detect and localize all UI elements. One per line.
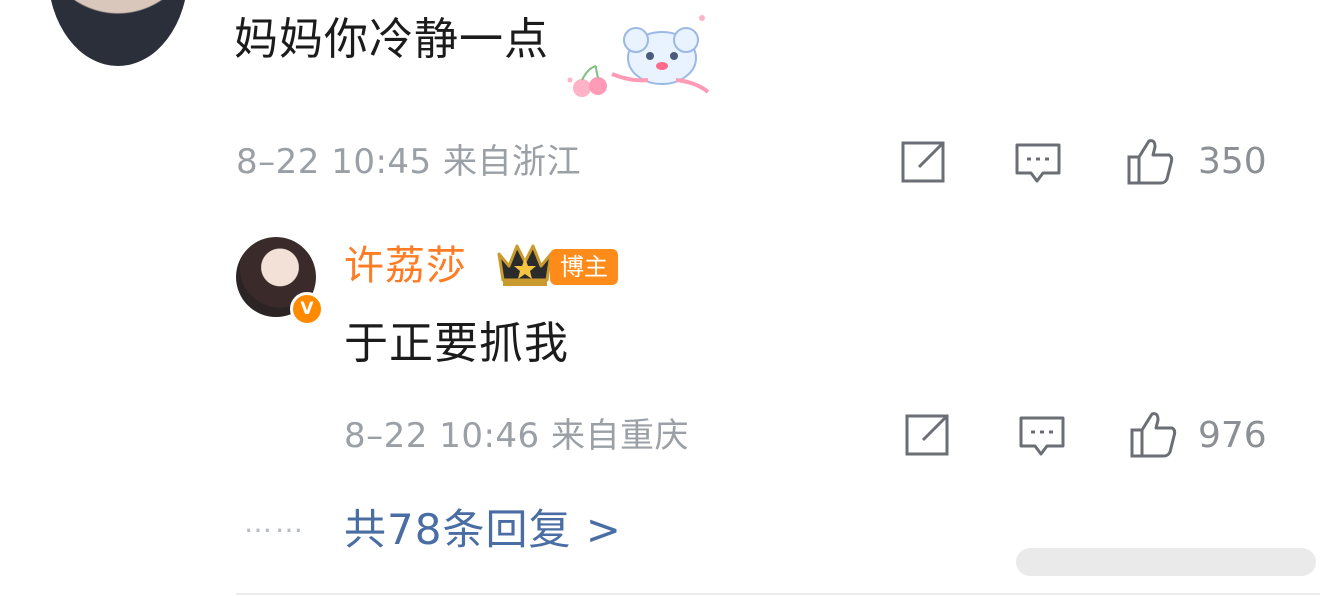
share-icon[interactable]: [899, 137, 949, 187]
blogger-badge: 博主: [550, 249, 618, 285]
share-icon[interactable]: [903, 410, 953, 460]
verified-icon: V: [290, 292, 324, 326]
comment-icon[interactable]: [1013, 137, 1063, 187]
watermark: [1016, 548, 1316, 576]
crown-icon: [497, 244, 553, 286]
comment-meta: 8–22 10:45 来自浙江: [236, 142, 581, 182]
reply-text: 于正要抓我: [344, 318, 569, 369]
view-replies-link[interactable]: 共78条回复 >: [344, 503, 622, 557]
reply-username[interactable]: 许荔莎: [344, 240, 467, 292]
comment-text: 妈妈你冷静一点: [234, 14, 549, 65]
divider: [236, 593, 1320, 595]
reply-meta: 8–22 10:46 来自重庆: [344, 416, 689, 456]
like-count: 976: [1198, 415, 1267, 456]
commenter-avatar[interactable]: [48, 0, 188, 66]
comment-icon[interactable]: [1017, 410, 1067, 460]
like-count: 350: [1198, 141, 1267, 182]
sticker: [567, 15, 710, 97]
like-icon[interactable]: [1125, 135, 1175, 185]
more-replies-dots: ……: [244, 506, 306, 539]
like-icon[interactable]: [1128, 408, 1178, 458]
